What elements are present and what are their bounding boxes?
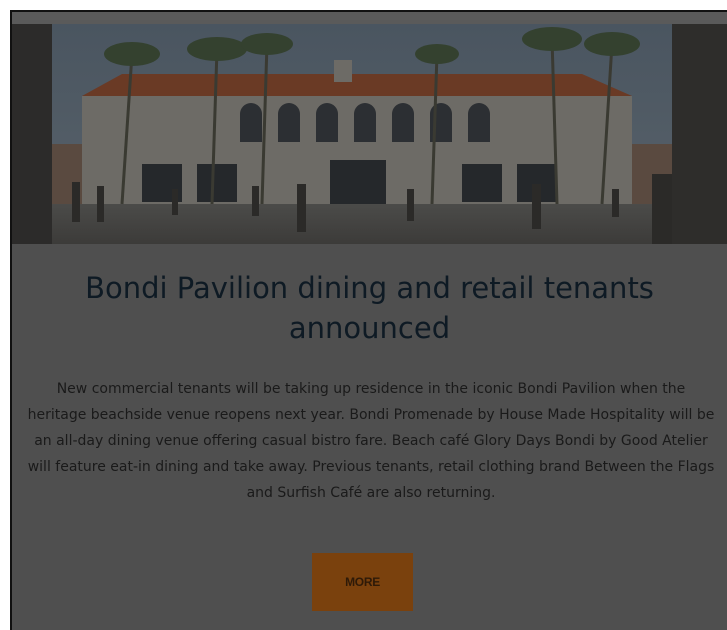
article-title: Bondi Pavilion dining and retail tenants… (85, 271, 654, 345)
more-button[interactable]: MORE (312, 553, 413, 611)
pavilion-illustration (12, 24, 727, 244)
top-strip (12, 12, 727, 24)
hero-image (12, 24, 727, 244)
article-content: Bondi Pavilion dining and retail tenants… (12, 244, 727, 630)
article-card: Bondi Pavilion dining and retail tenants… (10, 10, 727, 630)
article-summary: New commercial tenants will be taking up… (27, 381, 715, 501)
